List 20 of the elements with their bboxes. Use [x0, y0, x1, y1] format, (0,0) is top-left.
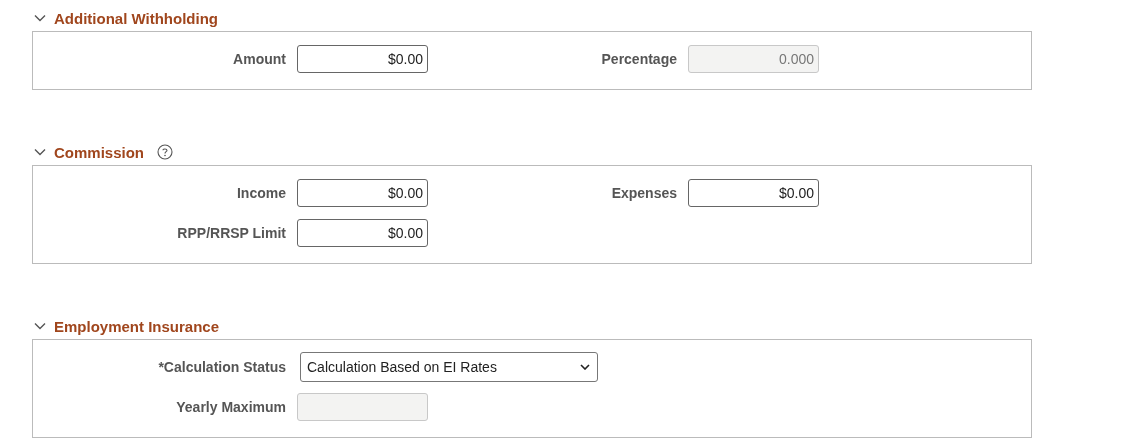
- chevron-down-icon[interactable]: [34, 148, 46, 156]
- help-icon[interactable]: [157, 144, 173, 160]
- caret-icon: [580, 364, 590, 370]
- field-label: Percentage: [600, 51, 678, 67]
- field-label: Yearly Maximum: [175, 399, 287, 415]
- section-title[interactable]: Commission: [54, 143, 144, 161]
- input-field[interactable]: $0.00: [297, 45, 428, 73]
- field-label: *Calculation Status: [157, 359, 287, 375]
- dropdown-field[interactable]: Calculation Based on EI Rates: [300, 352, 598, 382]
- chevron-down-icon[interactable]: [34, 322, 46, 330]
- input-field[interactable]: $0.00: [297, 219, 428, 247]
- field-label: RPP/RRSP Limit: [176, 225, 287, 241]
- field-label: Amount: [232, 51, 287, 67]
- chevron-down-icon[interactable]: [34, 14, 46, 22]
- field-label: Income: [236, 185, 287, 201]
- field-label: Expenses: [610, 185, 678, 201]
- section-title[interactable]: Additional Withholding: [54, 9, 218, 27]
- input-field[interactable]: $0.00: [297, 179, 428, 207]
- input-field[interactable]: $0.00: [688, 179, 819, 207]
- section-title[interactable]: Employment Insurance: [54, 317, 220, 335]
